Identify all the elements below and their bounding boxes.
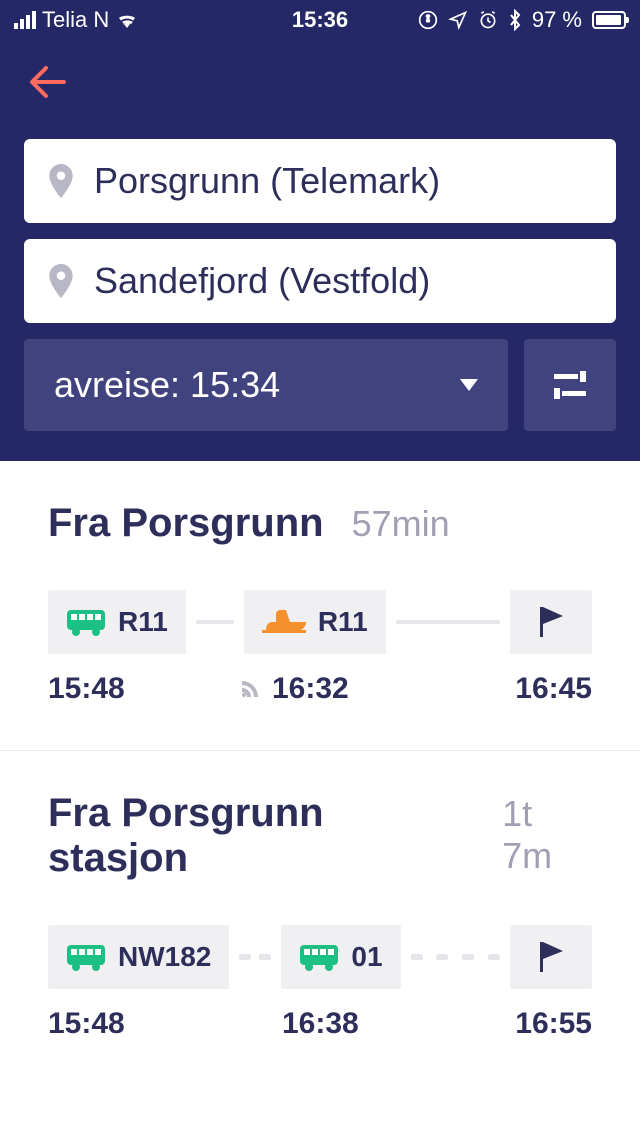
segment-chip: 01 xyxy=(281,925,400,989)
card-title: Fra Porsgrunn xyxy=(48,501,324,546)
bus-icon xyxy=(299,943,339,971)
sliders-icon xyxy=(552,369,588,401)
battery-pct: 97 % xyxy=(532,7,582,33)
back-button[interactable] xyxy=(24,58,616,129)
search-header: Porsgrunn (Telemark) Sandefjord (Vestfol… xyxy=(0,40,640,461)
flag-icon xyxy=(538,607,564,637)
route-label: 01 xyxy=(351,941,382,973)
mid-time: 16:38 xyxy=(282,1007,359,1041)
status-time: 15:36 xyxy=(292,7,348,33)
train-icon xyxy=(262,608,306,636)
wifi-icon xyxy=(115,11,139,29)
card-duration: 57min xyxy=(352,503,450,545)
carrier-label: Telia N xyxy=(42,7,109,33)
rss-icon xyxy=(238,677,262,701)
bus-icon xyxy=(66,943,106,971)
signal-icon xyxy=(14,11,36,29)
times-row: 15:48 16:32 16:45 xyxy=(48,672,592,706)
status-right: 97 % xyxy=(348,7,626,33)
arrow-left-icon xyxy=(28,64,68,100)
alarm-icon xyxy=(478,10,498,30)
route-label: NW182 xyxy=(118,941,211,973)
card-title: Fra Porsgrunn stasjon xyxy=(48,791,474,881)
chevron-down-icon xyxy=(460,379,478,391)
battery-icon xyxy=(592,11,626,29)
status-bar: Telia N 15:36 97 % xyxy=(0,0,640,40)
departure-label: avreise: 15:34 xyxy=(54,364,280,406)
from-input[interactable]: Porsgrunn (Telemark) xyxy=(24,139,616,223)
end-time: 16:55 xyxy=(515,1007,592,1041)
route-label: R11 xyxy=(318,606,368,638)
start-time: 15:48 xyxy=(48,1007,282,1041)
segments-row: R11 R11 xyxy=(48,590,592,654)
departure-time-select[interactable]: avreise: 15:34 xyxy=(24,339,508,431)
destination-chip xyxy=(510,590,592,654)
card-duration: 1t 7m xyxy=(502,793,592,877)
flag-icon xyxy=(538,942,564,972)
result-card[interactable]: Fra Porsgrunn stasjon 1t 7m NW182 01 15:… xyxy=(0,750,640,1085)
status-left: Telia N xyxy=(14,7,292,33)
connector xyxy=(186,620,244,624)
to-input[interactable]: Sandefjord (Vestfold) xyxy=(24,239,616,323)
segment-chip: NW182 xyxy=(48,925,229,989)
times-row: 15:48 16:38 16:55 xyxy=(48,1007,592,1041)
to-text: Sandefjord (Vestfold) xyxy=(94,260,430,302)
bluetooth-icon xyxy=(508,9,522,31)
pin-icon xyxy=(48,164,74,198)
connector xyxy=(386,620,510,624)
start-time: 15:48 xyxy=(48,672,238,706)
end-time: 16:45 xyxy=(515,672,592,706)
route-label: R11 xyxy=(118,606,168,638)
bus-icon xyxy=(66,608,106,636)
connector xyxy=(229,954,281,960)
pin-icon xyxy=(48,264,74,298)
options-button[interactable] xyxy=(524,339,616,431)
segment-chip: R11 xyxy=(244,590,386,654)
rotation-lock-icon xyxy=(418,10,438,30)
segment-chip: R11 xyxy=(48,590,186,654)
segments-row: NW182 01 xyxy=(48,925,592,989)
connector xyxy=(401,954,510,960)
results-list: Fra Porsgrunn 57min R11 R11 15:48 xyxy=(0,461,640,1085)
card-header: Fra Porsgrunn 57min xyxy=(48,501,592,546)
from-text: Porsgrunn (Telemark) xyxy=(94,160,440,202)
destination-chip xyxy=(510,925,592,989)
card-header: Fra Porsgrunn stasjon 1t 7m xyxy=(48,791,592,881)
result-card[interactable]: Fra Porsgrunn 57min R11 R11 15:48 xyxy=(0,461,640,750)
controls-row: avreise: 15:34 xyxy=(24,339,616,431)
location-arrow-icon xyxy=(448,10,468,30)
mid-time: 16:32 xyxy=(238,672,349,706)
